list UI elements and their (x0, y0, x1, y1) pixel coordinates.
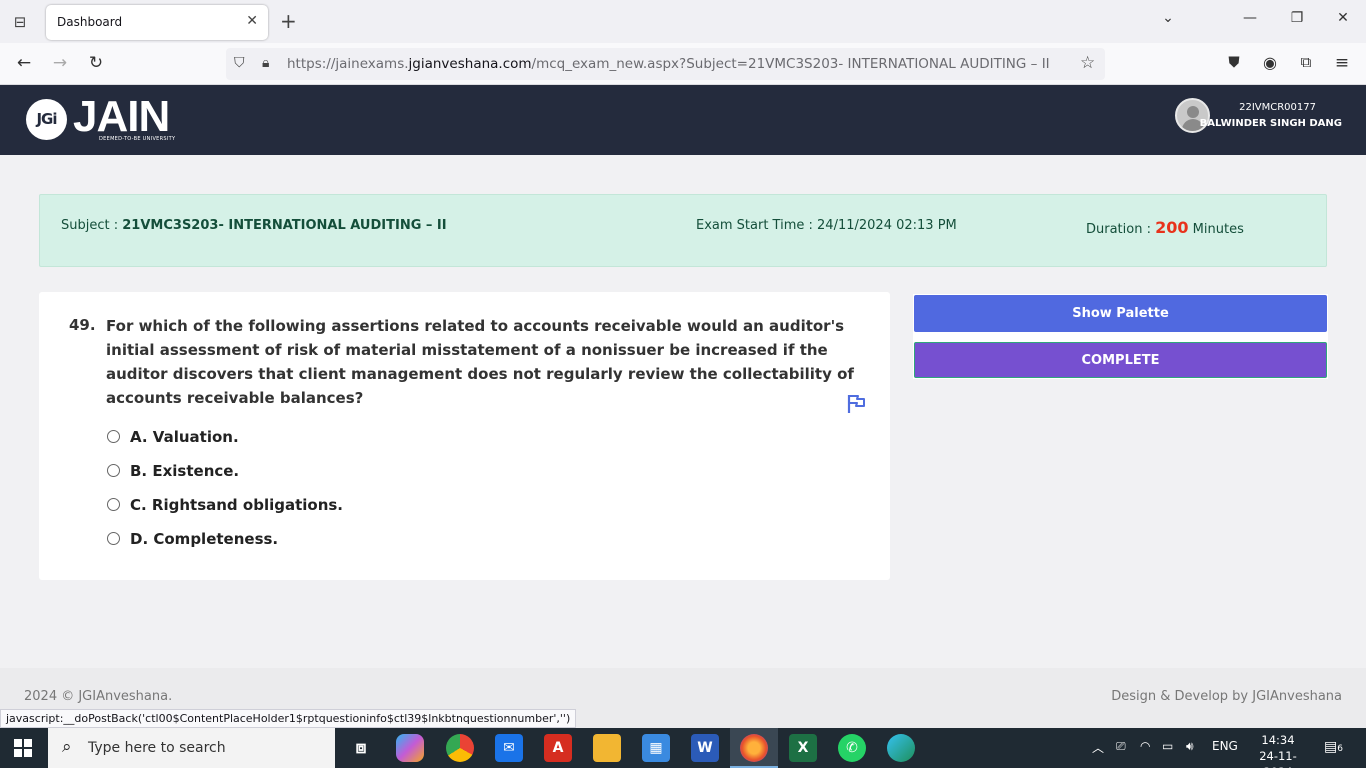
flag-icon[interactable] (845, 393, 867, 415)
pocket-icon[interactable]: ⛊ (1223, 53, 1245, 71)
copyright-text: 2024 © JGIAnveshana. (24, 689, 173, 704)
windows-taskbar: ⌕ Type here to search ⧈ ✉ A ▦ W X ✆ ︿ ⎚ … (0, 728, 1366, 768)
browser-tab-dashboard[interactable]: Dashboard ✕ (46, 5, 268, 40)
task-view-icon[interactable]: ⧈ (347, 734, 375, 762)
store-icon[interactable]: ▦ (642, 734, 670, 762)
logo-subtitle: DEEMED-TO-BE UNIVERSITY (99, 136, 176, 142)
clock-time: 14:34 (1261, 733, 1295, 747)
subject-info: Subject : 21VMC3S203- INTERNATIONAL AUDI… (61, 218, 447, 233)
exam-start-info: Exam Start Time : 24/11/2024 02:13 PM (696, 218, 957, 233)
word-icon[interactable]: W (691, 734, 719, 762)
close-window-icon[interactable]: ✕ (1333, 10, 1353, 26)
clock-date: 24-11-2024 (1259, 749, 1297, 768)
restore-icon[interactable]: ❐ (1287, 10, 1307, 26)
user-name: BALWINDER SINGH DANG (1199, 118, 1342, 129)
account-icon[interactable]: ◉ (1259, 53, 1281, 72)
subject-value: 21VMC3S203- INTERNATIONAL AUDITING – II (122, 218, 447, 233)
duration-value: 200 (1155, 218, 1189, 237)
address-bar[interactable]: ⛉ 🔒︎ https://jainexams.jgianveshana.com/… (226, 48, 1105, 80)
notification-icon[interactable]: ▤6 (1324, 739, 1343, 755)
status-link-preview: javascript:__doPostBack('ctl00$ContentPl… (0, 709, 577, 728)
new-tab-button[interactable]: + (280, 9, 297, 33)
radio-b[interactable] (107, 464, 120, 477)
option-d[interactable]: D. Completeness. (107, 530, 278, 548)
taskbar-search-box[interactable]: ⌕ Type here to search (48, 728, 335, 768)
start-value: 24/11/2024 02:13 PM (817, 218, 957, 233)
site-header: JGi JAIN DEEMED-TO-BE UNIVERSITY 22IVMCR… (0, 85, 1366, 155)
question-number: 49. (69, 316, 96, 334)
acrobat-icon[interactable]: A (544, 734, 572, 762)
meet-icon[interactable]: ⎚ (1116, 739, 1126, 754)
mail-icon[interactable]: ✉ (495, 734, 523, 762)
back-arrow-icon[interactable]: ← (13, 53, 35, 73)
close-tab-icon[interactable]: ✕ (246, 13, 258, 29)
credit-text: Design & Develop by JGIAnveshana (1111, 689, 1342, 704)
tray-chevron-icon[interactable]: ︿ (1092, 739, 1104, 756)
browser-tab-bar: ⊟ Dashboard ✕ + ⌄ — ❐ ✕ (0, 0, 1366, 43)
jgi-logo-icon: JGi (26, 99, 67, 140)
question-text: For which of the following assertions re… (106, 317, 854, 407)
radio-d[interactable] (107, 532, 120, 545)
browser-nav-bar: ← → ↻ ⛉ 🔒︎ https://jainexams.jgianveshan… (0, 43, 1366, 85)
tab-list-icon[interactable]: ⊟ (10, 12, 30, 32)
tab-title: Dashboard (57, 15, 123, 29)
duration-unit: Minutes (1192, 222, 1244, 237)
show-palette-button[interactable]: Show Palette (914, 295, 1327, 332)
bookmark-star-icon[interactable]: ☆ (1080, 53, 1095, 73)
option-c[interactable]: C. Rightsand obligations. (107, 496, 343, 514)
volume-icon[interactable]: 🔊︎ (1186, 739, 1194, 754)
language-indicator[interactable]: ENG (1212, 739, 1238, 753)
exam-info-bar: Subject : 21VMC3S203- INTERNATIONAL AUDI… (39, 194, 1327, 267)
start-label: Exam Start Time : (696, 218, 813, 233)
minimize-icon[interactable]: — (1240, 10, 1260, 26)
search-icon: ⌕ (62, 737, 72, 757)
jain-logo-text: JAIN (73, 92, 170, 141)
question-card: 49. For which of the following assertion… (39, 292, 890, 580)
lock-icon[interactable]: 🔒︎ (262, 55, 269, 71)
forward-arrow-icon[interactable]: → (49, 53, 71, 73)
edge-icon[interactable] (887, 734, 915, 762)
notification-count: 6 (1337, 744, 1343, 754)
subject-label: Subject : (61, 218, 119, 233)
chrome-icon[interactable] (446, 734, 474, 762)
duration-label: Duration : (1086, 222, 1151, 237)
user-id: 22IVMCR00177 (1239, 102, 1316, 113)
radio-a[interactable] (107, 430, 120, 443)
windows-start-icon[interactable] (14, 739, 32, 757)
shield-icon[interactable]: ⛉ (234, 55, 245, 71)
avatar-head-shape (1187, 106, 1199, 118)
menu-icon[interactable]: ≡ (1331, 53, 1353, 73)
list-all-tabs-icon[interactable]: ⌄ (1158, 10, 1178, 26)
reload-icon[interactable]: ↻ (85, 53, 107, 73)
url-text[interactable]: https://jainexams.jgianveshana.com/mcq_e… (287, 56, 1050, 72)
clock[interactable]: 14:34 24-11-2024 (1247, 732, 1309, 768)
extensions-icon[interactable]: ⧉ (1295, 53, 1317, 71)
firefox-icon[interactable] (740, 734, 768, 762)
search-placeholder: Type here to search (88, 740, 226, 756)
wifi-icon[interactable]: ◠ (1140, 739, 1150, 753)
battery-icon[interactable]: ▭ (1162, 739, 1173, 753)
radio-c[interactable] (107, 498, 120, 511)
file-explorer-icon[interactable] (593, 734, 621, 762)
option-b[interactable]: B. Existence. (107, 462, 239, 480)
excel-icon[interactable]: X (789, 734, 817, 762)
whatsapp-icon[interactable]: ✆ (838, 734, 866, 762)
duration-info: Duration : 200 Minutes (1086, 218, 1244, 237)
complete-button[interactable]: COMPLETE (914, 342, 1327, 378)
option-a[interactable]: A. Valuation. (107, 428, 239, 446)
copilot-icon[interactable] (396, 734, 424, 762)
